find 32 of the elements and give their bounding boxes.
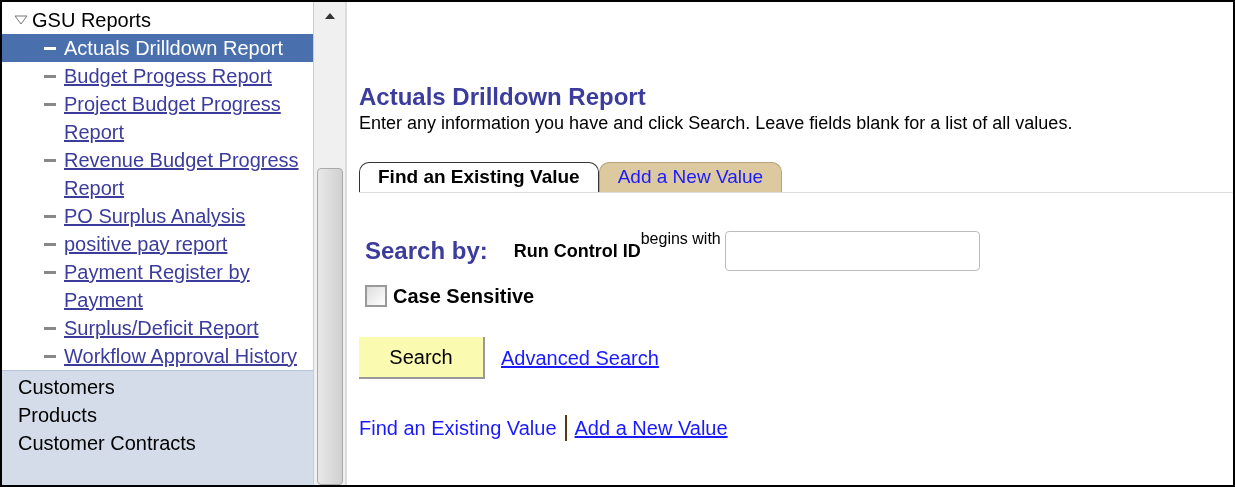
scrollbar[interactable] [313, 2, 345, 485]
advanced-search-link[interactable]: Advanced Search [501, 343, 659, 373]
search-button[interactable]: Search [359, 337, 485, 379]
dash-icon [44, 243, 56, 246]
menu-category[interactable]: Customers [18, 373, 313, 401]
run-control-id-field[interactable] [724, 231, 980, 271]
dash-icon [44, 103, 56, 106]
dash-icon [44, 75, 56, 78]
tree-item[interactable]: Actuals Drilldown Report [2, 34, 313, 62]
menu-category[interactable]: Customer Contracts [18, 429, 313, 457]
footer-link[interactable]: Add a New Value [574, 413, 728, 443]
field-label: Run Control ID [513, 240, 641, 263]
dash-icon [44, 327, 56, 330]
search-by-label: Search by: [364, 236, 488, 266]
expanded-triangle-icon[interactable] [14, 14, 28, 26]
scrollbar-thumb[interactable] [316, 168, 343, 485]
tab[interactable]: Find an Existing Value [359, 162, 599, 192]
operator-label: begins with [640, 229, 721, 247]
dash-icon [44, 271, 56, 274]
dash-icon [44, 215, 56, 218]
dash-icon [44, 159, 56, 162]
instructions: Enter any information you have and click Search. Leave fields blank for a list of all values. [359, 112, 1074, 134]
scroll-up-arrow-icon[interactable] [323, 12, 336, 20]
page-title: Actuals Drilldown Report [359, 82, 647, 112]
checkbox-label: Case Sensitive [393, 284, 535, 309]
checkbox[interactable] [365, 285, 387, 307]
tab[interactable]: Add a New Value [598, 162, 783, 192]
tree-group-label[interactable]: GSU Reports [32, 5, 151, 35]
dash-icon [44, 355, 56, 358]
menu-category[interactable]: Products [18, 401, 313, 429]
dash-icon [44, 47, 56, 50]
footer-link[interactable]: Find an Existing Value [359, 413, 557, 443]
